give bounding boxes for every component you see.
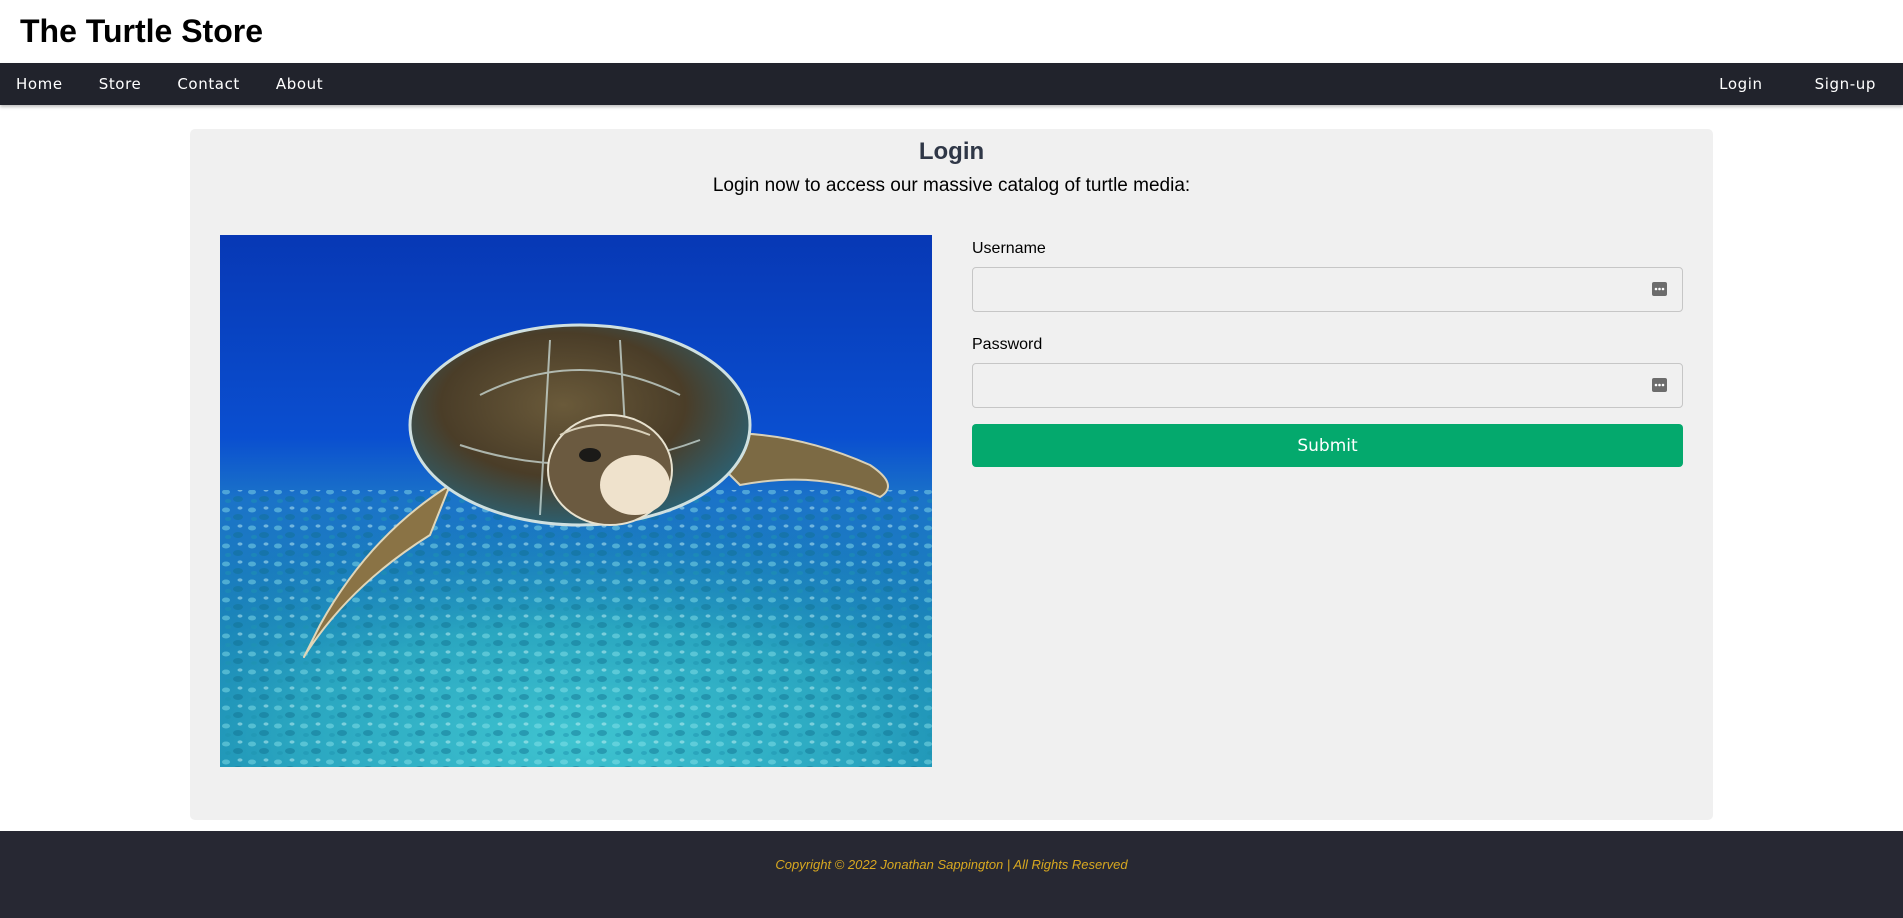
username-label: Username xyxy=(972,240,1046,257)
nav-right-group: Login Sign-up xyxy=(1693,63,1903,105)
password-label: Password xyxy=(972,336,1043,353)
password-key-icon[interactable] xyxy=(1652,282,1667,296)
nav-login-link[interactable]: Login xyxy=(1693,63,1788,105)
main-navbar: Home Store Contact About Login Sign-up xyxy=(0,63,1903,105)
nav-home-link[interactable]: Home xyxy=(0,63,81,105)
nav-signup-link[interactable]: Sign-up xyxy=(1789,63,1903,105)
username-field-wrap xyxy=(972,267,1683,312)
nav-contact-link[interactable]: Contact xyxy=(159,63,258,105)
site-footer: Copyright © 2022 Jonathan Sappington | A… xyxy=(0,831,1903,918)
login-card: Login Login now to access our massive ca… xyxy=(190,129,1713,820)
nav-left-group: Home Store Contact About xyxy=(0,63,341,105)
username-input[interactable] xyxy=(972,267,1683,312)
password-input[interactable] xyxy=(972,363,1683,408)
copyright-text: Copyright © 2022 Jonathan Sappington | A… xyxy=(775,857,1128,872)
site-title: The Turtle Store xyxy=(20,13,263,49)
sea-turtle-photo xyxy=(220,235,932,767)
password-field-wrap xyxy=(972,363,1683,408)
nav-about-link[interactable]: About xyxy=(258,63,341,105)
submit-button[interactable]: Submit xyxy=(972,424,1683,467)
nav-store-link[interactable]: Store xyxy=(81,63,160,105)
password-key-icon[interactable] xyxy=(1652,378,1667,392)
site-header: The Turtle Store xyxy=(0,0,1903,63)
login-form: Username Password Submit xyxy=(972,235,1683,467)
login-heading: Login xyxy=(918,138,985,165)
login-subtitle: Login now to access our massive catalog … xyxy=(712,175,1191,196)
